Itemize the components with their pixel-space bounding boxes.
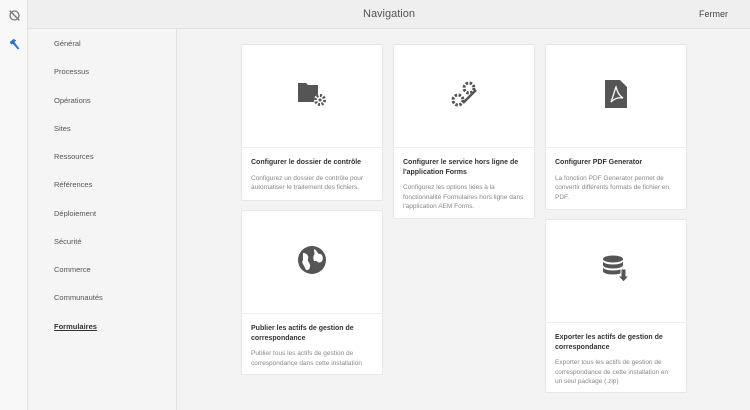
nav-item-formulaires[interactable]: Formulaires [54, 322, 97, 331]
close-button[interactable]: Fermer [699, 9, 728, 19]
card-description: Exporter tous les actifs de gestion de c… [555, 359, 669, 385]
card-description: Configurez les options liées à la foncti… [403, 184, 524, 210]
card-title: Configurer le service hors ligne de l'ap… [403, 159, 519, 176]
folder-gear-icon [297, 80, 327, 113]
globe-icon [297, 245, 327, 280]
card-title: Exporter les actifs de gestion de corres… [555, 334, 663, 351]
card-offline-forms[interactable]: Configurer le service hors ligne de l'ap… [393, 44, 535, 219]
card-title: Publier les actifs de gestion de corresp… [251, 325, 354, 342]
card-description: La fonction PDF Generator permet de conv… [555, 174, 670, 201]
card-publish-assets[interactable]: Publier les actifs de gestion de corresp… [241, 210, 383, 375]
nav-item-ressources[interactable]: Ressources [54, 152, 94, 161]
card-description: Configurez un dossier de contrôle pour a… [251, 174, 364, 192]
card-description: Publier tous les actifs de gestion de co… [251, 350, 362, 367]
nav-item-references[interactable]: Références [54, 180, 92, 189]
compass-off-icon[interactable] [6, 7, 22, 23]
header: Navigation Fermer [28, 0, 750, 29]
card-title: Configurer PDF Generator [555, 159, 643, 166]
nav-item-general[interactable]: Général [54, 39, 81, 48]
nav-item-commerce[interactable]: Commerce [54, 265, 91, 274]
nav-item-communautes[interactable]: Communautés [54, 293, 103, 302]
database-download-icon [601, 254, 631, 289]
hammer-icon[interactable] [6, 36, 22, 52]
card-pdf-generator[interactable]: Configurer PDF Generator La fonction PDF… [545, 44, 687, 210]
card-watched-folder[interactable]: Configurer le dossier de contrôle Config… [241, 44, 383, 201]
gears-icon [449, 79, 479, 114]
nav-item-operations[interactable]: Opérations [54, 96, 91, 105]
nav-item-processus[interactable]: Processus [54, 67, 89, 76]
pdf-file-icon [604, 79, 628, 114]
nav-item-securite[interactable]: Sécurité [54, 237, 82, 246]
nav-item-deploiement[interactable]: Déploiement [54, 209, 96, 218]
card-title: Configurer le dossier de contrôle [251, 159, 362, 166]
left-rail [0, 0, 28, 410]
nav-item-sites[interactable]: Sites [54, 124, 71, 133]
navigation-sidebar: Général Processus Opérations Sites Resso… [28, 29, 177, 410]
page-title: Navigation [363, 8, 415, 20]
card-export-assets[interactable]: Exporter les actifs de gestion de corres… [545, 219, 687, 393]
